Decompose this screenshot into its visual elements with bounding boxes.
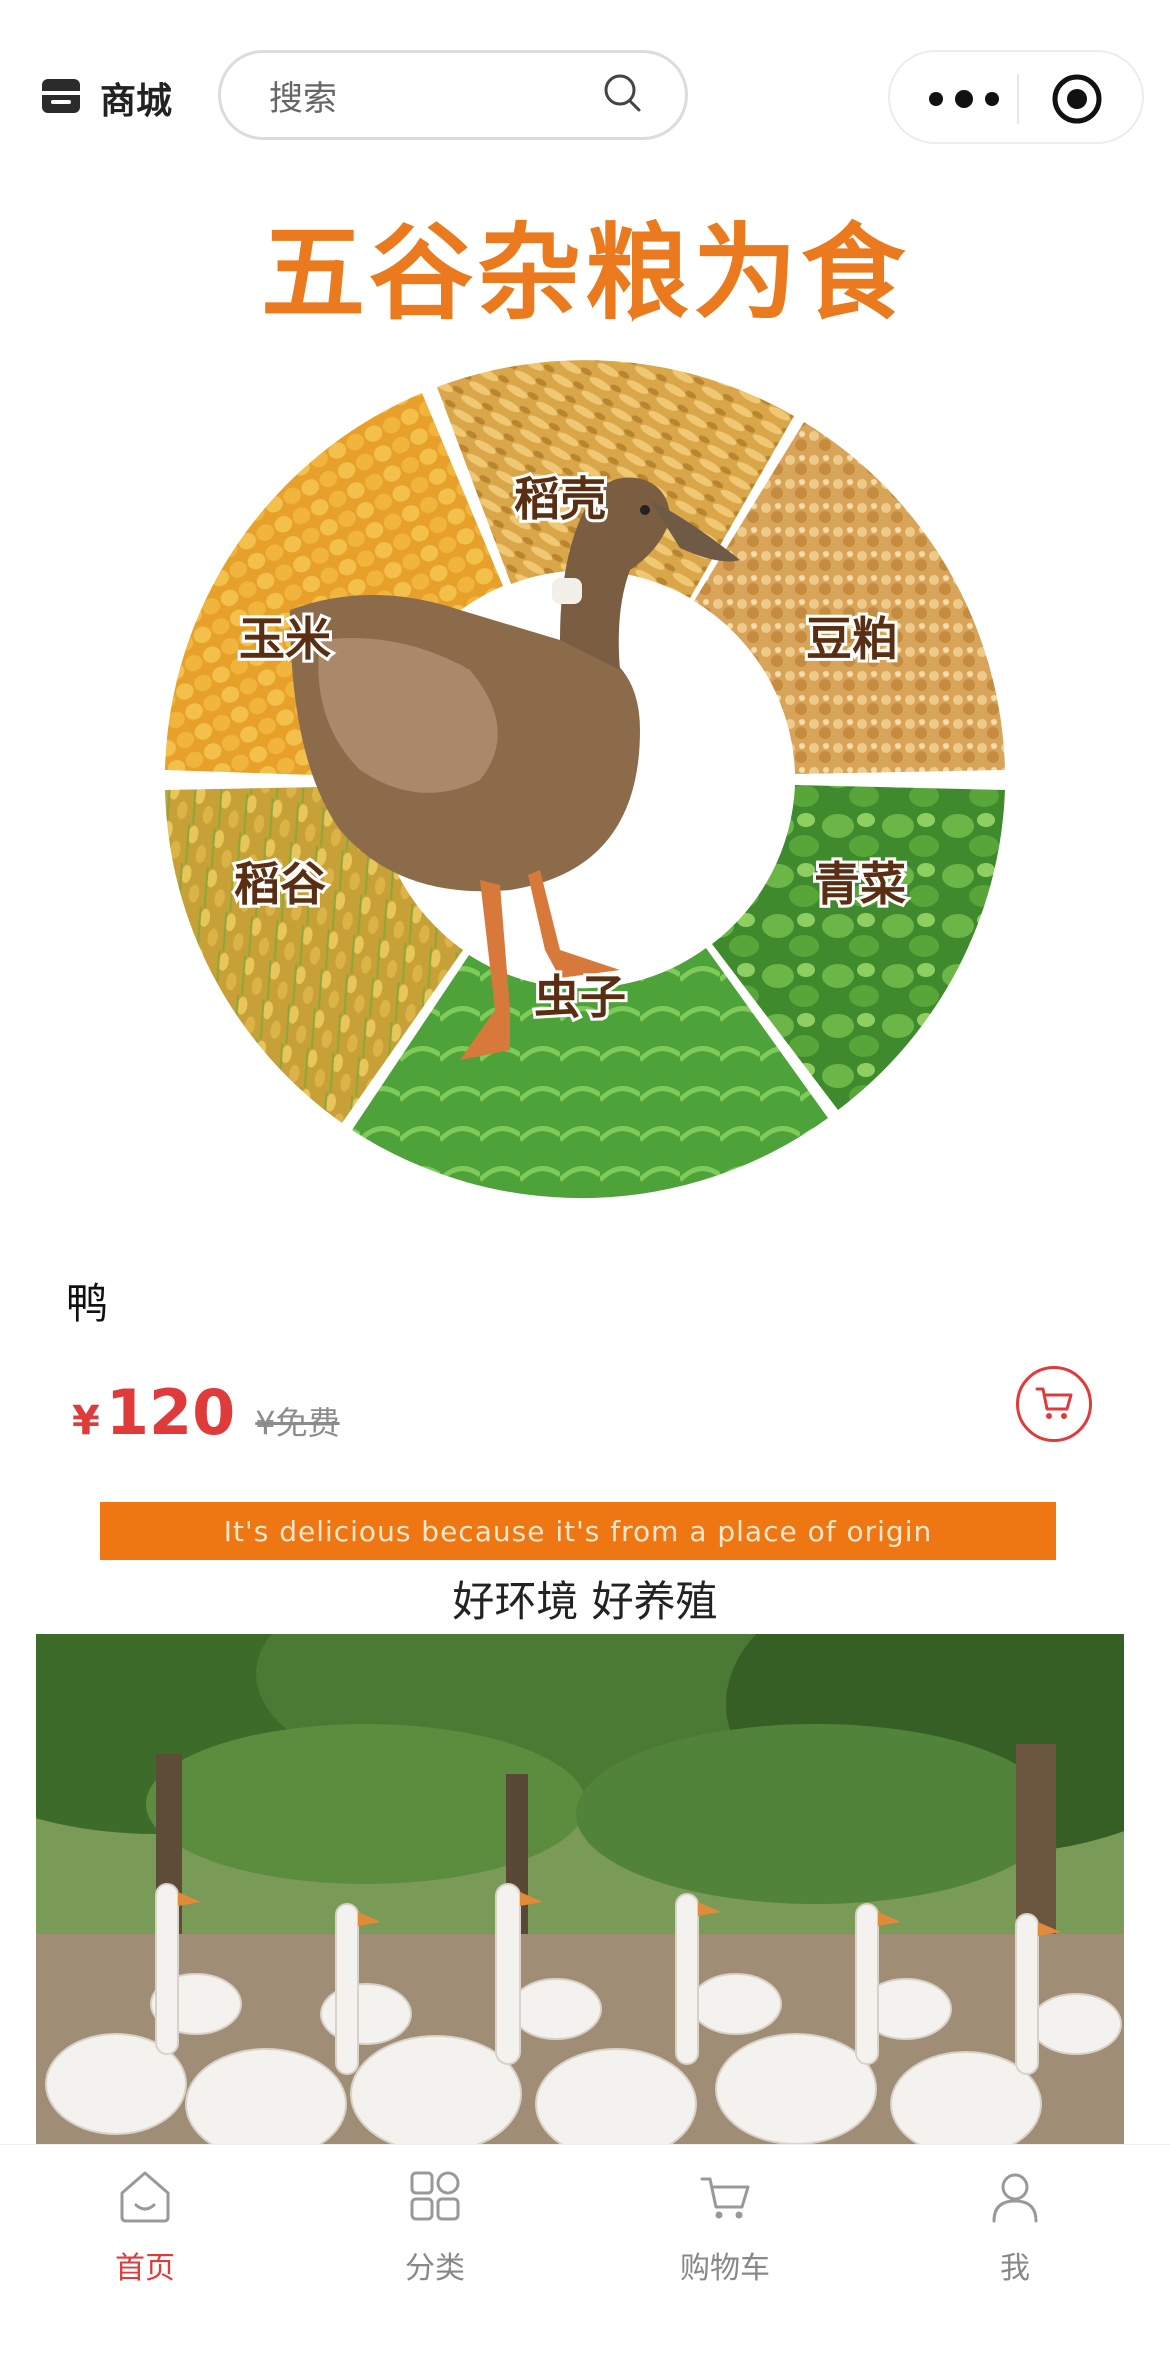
- description-subtitle: 好环境 好养殖: [452, 1577, 718, 1626]
- category-icon: [406, 2171, 464, 2229]
- capsule-divider: [1017, 74, 1019, 124]
- tab-home-label: 首页: [115, 2251, 175, 2286]
- store-icon: [38, 73, 84, 123]
- user-icon: [986, 2173, 1044, 2229]
- product-hero-image: 五谷杂粮为食 稻壳 豆粕 青菜 虫子 稻谷 玉米: [40, 170, 1130, 1250]
- segment-label-rice-paddy: 稻谷: [234, 857, 326, 911]
- add-to-cart-button[interactable]: [1016, 1366, 1092, 1442]
- origin-banner: It's delicious because it's from a place…: [100, 1502, 1056, 1560]
- product-name: 鸭: [66, 1279, 109, 1328]
- original-price: ¥免费: [255, 1404, 340, 1442]
- segment-label-insects: 虫子: [534, 970, 626, 1024]
- search-icon[interactable]: [601, 71, 685, 119]
- product-price: 120: [105, 1376, 236, 1449]
- currency-symbol: ¥: [72, 1398, 100, 1444]
- grain-ring: 稻壳 豆粕 青菜 虫子 稻谷 玉米: [165, 360, 1005, 1199]
- cart-icon: [696, 2177, 754, 2229]
- segment-label-soybean-meal: 豆粕: [806, 612, 898, 666]
- tab-me-label: 我: [1000, 2251, 1030, 2286]
- segment-label-greens: 青菜: [814, 857, 906, 911]
- segment-label-corn: 玉米: [239, 612, 331, 666]
- top-bar: 商城 搜索: [0, 0, 1170, 170]
- tab-cart-label: 购物车: [680, 2251, 770, 2286]
- tab-home[interactable]: 首页: [0, 2145, 290, 2345]
- home-icon: [116, 2171, 174, 2229]
- brand-label: 商城: [100, 81, 173, 122]
- segment-label-husk: 稻壳: [514, 472, 606, 526]
- brand[interactable]: 商城: [38, 72, 172, 124]
- tab-me[interactable]: 我: [870, 2145, 1160, 2345]
- mini-program-capsule: [888, 50, 1144, 144]
- search-placeholder: 搜索: [269, 78, 337, 119]
- tab-cart[interactable]: 购物车: [580, 2145, 870, 2345]
- tab-category[interactable]: 分类: [290, 2145, 580, 2345]
- cart-icon: [1031, 1379, 1077, 1429]
- tab-category-label: 分类: [405, 2251, 465, 2286]
- bottom-tab-bar: 首页 分类 购物车 我: [0, 2144, 1170, 2365]
- farm-photo: [36, 1634, 1124, 2146]
- search-input[interactable]: 搜索: [218, 50, 688, 140]
- price-row: ¥ 120 ¥免费: [72, 1376, 340, 1456]
